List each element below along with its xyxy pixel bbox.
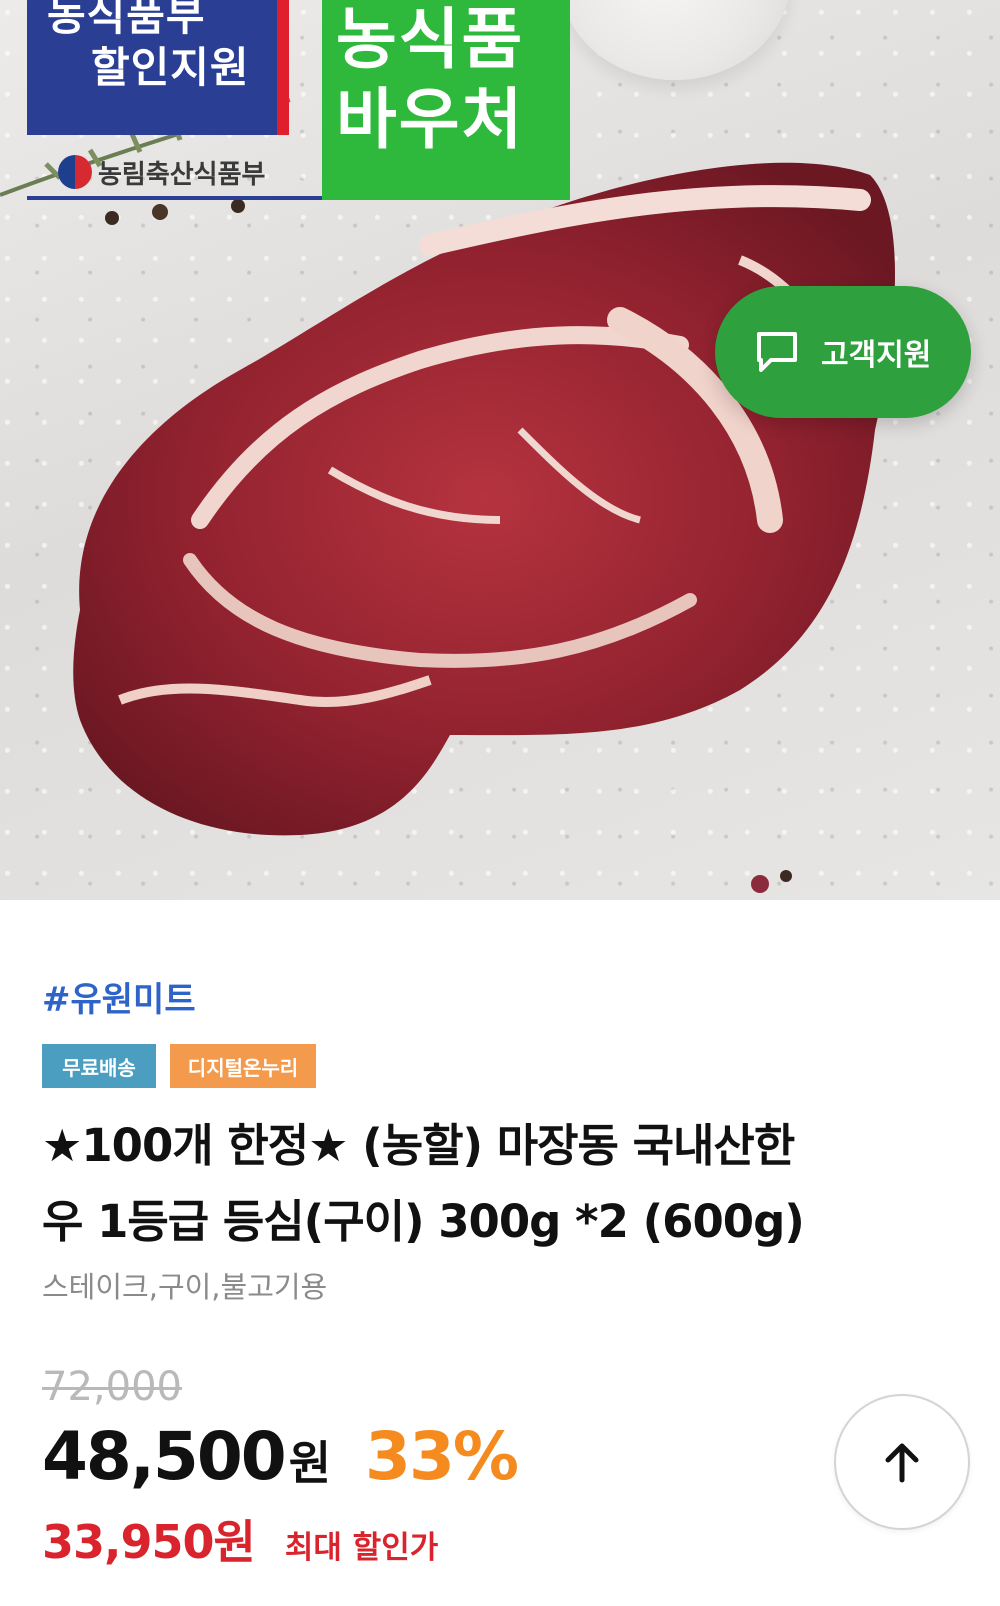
voucher-badge: 농식품 바우처	[322, 0, 570, 200]
gov-badge-line1: 농식품부	[47, 0, 206, 40]
ministry-logo: 농림축산식품부	[58, 146, 298, 198]
sale-price: 48,500	[42, 1418, 287, 1495]
customer-support-label: 고객지원	[821, 338, 932, 373]
chat-bubble-icon	[757, 332, 797, 372]
voucher-badge-line1: 농식품	[336, 1, 525, 78]
max-discount-label: 최대 할인가	[284, 1530, 439, 1566]
product-subtitle: 스테이크,구이,불고기용	[42, 1270, 328, 1304]
gov-badge-line2: 할인지원	[91, 43, 250, 92]
gov-discount-badge: 농식품부 할인지원	[27, 0, 289, 135]
product-title-line1: ★100개 한정★ (농할) 마장동 국내산한	[42, 1119, 795, 1172]
store-tag-link[interactable]: #유원미트	[42, 972, 196, 1021]
product-info: #유원미트 무료배송 디지털온누리 ★100개 한정★ (농할) 마장동 국내산…	[0, 922, 1000, 1606]
original-price: 72,000	[42, 1364, 182, 1410]
price-row: 48,500 원 33%	[42, 1418, 519, 1495]
price-unit: 원	[288, 1436, 332, 1490]
product-image: 농식품부 할인지원 농식품 바우처 농림축산식품부 고객지원	[0, 0, 1000, 922]
ministry-emblem-icon	[58, 155, 92, 189]
chip-free-shipping: 무료배송	[42, 1044, 156, 1088]
image-bottom-edge	[0, 900, 1000, 922]
product-chips: 무료배송 디지털온누리	[42, 1044, 316, 1088]
arrow-up-icon	[885, 1443, 919, 1483]
discount-rate: 33%	[365, 1418, 519, 1495]
product-title-line2: 우 1등급 등심(구이) 300g *2 (600g)	[42, 1195, 805, 1248]
chip-digital-onnuri: 디지털온누리	[170, 1044, 316, 1088]
max-discount-row: 33,950원 최대 할인가	[42, 1506, 438, 1572]
max-discount-price: 33,950원	[42, 1515, 256, 1569]
product-title: ★100개 한정★ (농할) 마장동 국내산한 우 1등급 등심(구이) 300…	[42, 1108, 962, 1260]
ministry-underline	[27, 196, 322, 200]
voucher-badge-line2: 바우처	[336, 81, 525, 158]
product-detail-page: 농식품부 할인지원 농식품 바우처 농림축산식품부 고객지원 #유원미트 무료배…	[0, 0, 1000, 1606]
customer-support-button[interactable]: 고객지원	[715, 286, 971, 418]
scroll-to-top-button[interactable]	[834, 1394, 970, 1530]
ministry-name: 농림축산식품부	[98, 159, 266, 190]
